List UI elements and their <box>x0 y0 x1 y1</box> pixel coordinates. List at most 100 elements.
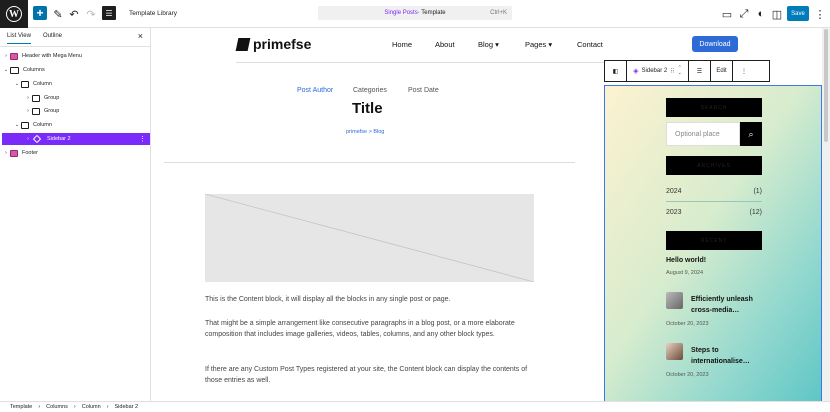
featured-image-placeholder[interactable] <box>205 194 534 282</box>
redo-icon[interactable]: ↷ <box>83 6 99 22</box>
breadcrumb-item[interactable]: Column <box>82 404 101 410</box>
content-paragraph[interactable]: If there are any Custom Post Types regis… <box>205 364 535 386</box>
styles-icon[interactable]: ◐ <box>753 6 769 22</box>
breadcrumb-item[interactable]: Sidebar 2 <box>115 404 139 410</box>
chevron-right-icon[interactable]: › <box>24 95 32 101</box>
block-switcher[interactable]: ◈ Sidebar 2 ⠿ ⌃ ⌄ <box>627 61 689 81</box>
command-template-type: · Template <box>417 10 446 16</box>
chevron-down-icon[interactable]: ⌄ <box>13 81 21 87</box>
list-item-label: Header with Mega Menu <box>22 53 82 59</box>
group-icon <box>32 94 40 102</box>
tab-outline[interactable]: Outline <box>43 33 62 39</box>
block-name: Sidebar 2 <box>641 68 668 74</box>
tab-list-view[interactable]: List View <box>7 33 31 44</box>
list-item[interactable]: › Group <box>2 105 150 117</box>
desktop-preview-icon[interactable]: ▭ <box>719 6 735 22</box>
undo-icon[interactable]: ↶ <box>66 6 82 22</box>
drag-handle-icon[interactable]: ⠿ <box>670 68 674 75</box>
chevron-right-icon: › <box>73 404 76 410</box>
chevron-right-icon[interactable]: › <box>24 136 32 142</box>
breadcrumb-item[interactable]: Columns <box>46 404 68 410</box>
list-item[interactable]: ⌄ Column <box>2 119 150 131</box>
more-options-icon[interactable]: ⋮ <box>733 61 755 81</box>
nav-pages[interactable]: Pages ▾ <box>525 40 552 49</box>
wordpress-logo-icon[interactable]: W <box>0 0 28 28</box>
sidebar-block-icon: ◈ <box>633 68 639 75</box>
options-menu-icon[interactable]: ⋮ <box>812 6 828 22</box>
archive-item[interactable]: 2023 (12) <box>666 202 762 222</box>
list-item[interactable]: › Footer <box>2 147 150 159</box>
recent-post-title[interactable]: Steps to internationalise… <box>691 345 763 367</box>
list-item-label: Group <box>44 95 60 101</box>
save-button[interactable]: Save <box>787 6 809 21</box>
content-paragraph[interactable]: That might be a simple arrangement like … <box>205 318 535 340</box>
edit-button[interactable]: Edit <box>711 61 733 81</box>
add-block-button[interactable]: + <box>33 6 47 20</box>
chevron-right-icon[interactable]: › <box>2 53 10 59</box>
external-link-icon[interactable]: ⤢ <box>736 6 752 22</box>
block-toolbar: ◧ ◈ Sidebar 2 ⠿ ⌃ ⌄ ☰ Edit ⋮ <box>604 60 770 82</box>
chevron-down-icon[interactable]: ⌄ <box>2 67 10 73</box>
recent-post-title[interactable]: Hello world! <box>666 255 706 266</box>
nav-home[interactable]: Home <box>392 40 412 49</box>
header-divider <box>236 62 656 63</box>
list-item-label: Sidebar 2 <box>47 136 71 142</box>
post-title[interactable]: Title <box>352 100 383 117</box>
post-categories[interactable]: Categories <box>353 87 387 94</box>
download-button[interactable]: Download <box>692 36 738 52</box>
archive-item[interactable]: 2024 (1) <box>666 182 762 202</box>
post-author[interactable]: Post Author <box>297 87 333 94</box>
list-item[interactable]: › Header with Mega Menu <box>2 50 150 62</box>
sidebar-block-icon <box>32 134 42 144</box>
search-input[interactable]: Optional place <box>666 122 740 146</box>
chevron-right-icon: › <box>38 404 41 410</box>
list-item-label: Column <box>33 81 52 87</box>
close-icon[interactable]: × <box>138 31 143 41</box>
list-item-selected[interactable]: › Sidebar 2 ⋮ <box>2 133 150 145</box>
post-thumbnail[interactable] <box>666 343 683 360</box>
archive-count: (12) <box>749 208 762 216</box>
nav-about[interactable]: About <box>435 40 455 49</box>
select-parent-icon[interactable]: ◧ <box>605 61 627 81</box>
recent-post-title[interactable]: Efficiently unleash cross-media… <box>691 294 763 316</box>
recent-post-date: October 20, 2023 <box>666 372 709 378</box>
canvas-scrollbar[interactable] <box>822 28 830 401</box>
column-icon <box>21 121 29 129</box>
list-item[interactable]: › Group <box>2 92 150 104</box>
list-item-label: Column <box>33 122 52 128</box>
nav-blog[interactable]: Blog ▾ <box>478 40 499 49</box>
content-paragraph[interactable]: This is the Content block, it will displ… <box>205 294 535 305</box>
breadcrumb-item[interactable]: Template <box>10 404 32 410</box>
archive-year: 2024 <box>666 188 682 195</box>
list-item-label: Footer <box>22 150 38 156</box>
list-view-toggle-button[interactable]: ☰ <box>102 6 116 20</box>
nav-contact[interactable]: Contact <box>577 40 603 49</box>
chevron-down-icon[interactable]: ⌄ <box>13 122 21 128</box>
archive-count: (1) <box>753 188 762 195</box>
post-date[interactable]: Post Date <box>408 87 439 94</box>
pencil-icon[interactable]: ✎ <box>50 6 66 22</box>
search-heading: SEARCH <box>666 98 762 117</box>
settings-sidebar-icon[interactable]: ◫ <box>769 6 785 22</box>
template-library-link[interactable]: Template Library <box>129 10 177 17</box>
search-icon[interactable]: ⌕ <box>740 122 762 146</box>
chevron-right-icon[interactable]: › <box>2 150 10 156</box>
image-placeholder-icon <box>205 194 534 282</box>
site-title[interactable]: primefse <box>253 36 311 52</box>
chevron-right-icon[interactable]: › <box>24 108 32 114</box>
panel-tabs: List View Outline × <box>0 28 150 47</box>
editor-canvas[interactable]: primefse Home About Blog ▾ Pages ▾ Conta… <box>152 28 822 401</box>
command-palette-bar[interactable]: Single Posts · Template Ctrl+K <box>318 6 512 20</box>
move-arrows-icon[interactable]: ⌃ ⌄ <box>678 66 682 76</box>
archive-year: 2023 <box>666 208 682 216</box>
command-template-name: Single Posts <box>384 10 418 16</box>
columns-icon <box>10 66 19 74</box>
scrollbar-thumb[interactable] <box>824 29 828 142</box>
sidebar-2-template-part[interactable]: SEARCH Optional place ⌕ ARCHIVES 2024 (1… <box>604 85 822 401</box>
list-item[interactable]: ⌄ Column <box>2 78 150 90</box>
list-item[interactable]: ⌄ Columns <box>2 64 150 76</box>
post-breadcrumb[interactable]: primefse > Blog <box>346 129 384 135</box>
post-thumbnail[interactable] <box>666 292 683 309</box>
more-options-icon[interactable]: ⋮ <box>139 135 146 143</box>
align-icon[interactable]: ☰ <box>689 61 711 81</box>
